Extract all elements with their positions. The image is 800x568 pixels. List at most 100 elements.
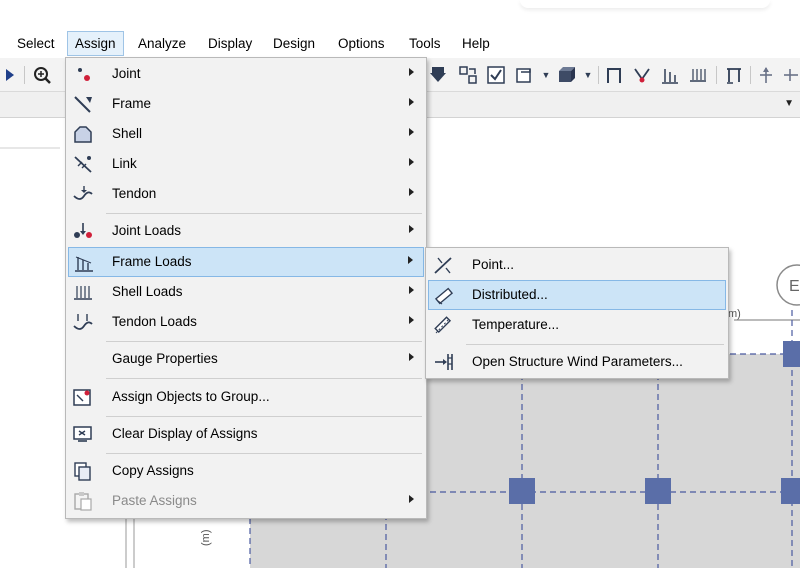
group-icon xyxy=(72,387,94,407)
menu-item-label: Paste Assigns xyxy=(112,493,197,508)
menu-item-label: Assign Objects to Group... xyxy=(112,389,270,404)
joint-icon xyxy=(72,64,94,84)
menu-item-shell-loads[interactable]: Shell Loads xyxy=(68,277,424,307)
menu-bar: Select Assign Analyze Display Design Opt… xyxy=(0,28,800,58)
menu-item-label: Point... xyxy=(472,257,515,272)
vertical-unit-label: (m) xyxy=(200,529,212,547)
submenu-arrow-icon xyxy=(408,256,413,264)
frame-loads-icon[interactable] xyxy=(660,65,680,85)
menu-item-label: Shell Loads xyxy=(112,284,183,299)
view-icon[interactable] xyxy=(514,65,534,85)
chevron-down-icon[interactable]: ▼ xyxy=(578,65,598,85)
shell-icon xyxy=(72,124,94,144)
window-shadow xyxy=(520,0,770,8)
menu-item-copy-assigns[interactable]: Copy Assigns xyxy=(68,456,424,486)
menu-display[interactable]: Display xyxy=(201,31,259,56)
menu-item-label: Gauge Properties xyxy=(112,351,218,366)
checkbox-icon[interactable] xyxy=(486,65,506,85)
play-icon[interactable] xyxy=(0,65,20,85)
node-right-icon[interactable] xyxy=(780,65,800,85)
assign-menu: Joint Frame Shell Link Tendon Joint Load… xyxy=(65,57,427,519)
menu-item-clear-display[interactable]: Clear Display of Assigns xyxy=(68,419,424,449)
toolbar-separator xyxy=(598,66,599,84)
menu-item-label: Tendon Loads xyxy=(112,314,197,329)
node-up-icon[interactable] xyxy=(756,65,776,85)
menu-analyze[interactable]: Analyze xyxy=(131,31,193,56)
joint-node[interactable] xyxy=(783,341,800,367)
chevron-down-icon[interactable]: ▼ xyxy=(536,65,556,85)
point-load-icon xyxy=(432,255,454,275)
link-icon xyxy=(72,154,94,174)
menu-item-wind-parameters[interactable]: Open Structure Wind Parameters... xyxy=(428,347,726,377)
menu-item-link[interactable]: Link xyxy=(68,149,424,179)
frame-icon xyxy=(72,94,94,114)
menu-item-joint-loads[interactable]: Joint Loads xyxy=(68,216,424,246)
frame-draw-icon[interactable] xyxy=(604,65,624,85)
menu-item-paste-assigns: Paste Assigns xyxy=(68,486,424,516)
menu-item-frame[interactable]: Frame xyxy=(68,89,424,119)
wind-parameters-icon xyxy=(432,352,454,372)
zoom-icon[interactable] xyxy=(32,65,52,85)
submenu-arrow-icon xyxy=(409,286,414,294)
joint-node[interactable] xyxy=(509,478,535,504)
temperature-icon xyxy=(432,315,454,335)
joint-node[interactable] xyxy=(645,478,671,504)
tendon-loads-icon xyxy=(72,312,94,332)
menu-item-joint[interactable]: Joint xyxy=(68,59,424,89)
tendon-icon xyxy=(72,184,94,204)
dimension-unit-label: m) xyxy=(728,308,741,320)
toolbar-separator xyxy=(24,66,25,84)
menu-item-label: Distributed... xyxy=(472,287,548,302)
joint-restraint-icon[interactable] xyxy=(632,65,652,85)
menu-separator xyxy=(106,341,422,342)
menu-item-label: Joint xyxy=(112,66,141,81)
menu-item-label: Open Structure Wind Parameters... xyxy=(472,354,683,369)
joint-loads-icon xyxy=(72,221,94,241)
frame-loads-submenu: Point... Distributed... Temperature... O… xyxy=(425,247,729,379)
submenu-arrow-icon xyxy=(409,495,414,503)
menu-item-point-load[interactable]: Point... xyxy=(428,250,726,280)
toolbar-separator xyxy=(750,66,751,84)
shell-loads-icon xyxy=(72,282,94,302)
menu-design[interactable]: Design xyxy=(266,31,322,56)
joint-node[interactable] xyxy=(781,478,800,504)
solid-view-icon[interactable] xyxy=(556,65,576,85)
menu-item-label: Frame Loads xyxy=(112,254,192,269)
menu-help[interactable]: Help xyxy=(455,31,497,56)
menu-separator xyxy=(106,213,422,214)
menu-select[interactable]: Select xyxy=(10,31,62,56)
menu-item-assign-to-group[interactable]: Assign Objects to Group... xyxy=(68,382,424,412)
menu-item-tendon[interactable]: Tendon xyxy=(68,179,424,209)
menu-item-frame-loads[interactable]: Frame Loads xyxy=(68,247,424,277)
submenu-arrow-icon xyxy=(409,353,414,361)
frame-loads-icon xyxy=(73,253,95,273)
support-icon[interactable] xyxy=(724,65,744,85)
menu-item-temperature[interactable]: Temperature... xyxy=(428,310,726,340)
down-arrow-icon[interactable] xyxy=(428,65,448,85)
copy-icon xyxy=(72,461,94,481)
submenu-arrow-icon xyxy=(409,188,414,196)
submenu-arrow-icon xyxy=(409,316,414,324)
menu-item-label: Temperature... xyxy=(472,317,560,332)
title-strip xyxy=(0,0,800,28)
chevron-down-icon[interactable]: ▼ xyxy=(784,98,794,109)
menu-item-tendon-loads[interactable]: Tendon Loads xyxy=(68,307,424,337)
submenu-arrow-icon xyxy=(409,225,414,233)
menu-options[interactable]: Options xyxy=(331,31,392,56)
grid-select-icon[interactable] xyxy=(458,65,478,85)
menu-item-shell[interactable]: Shell xyxy=(68,119,424,149)
menu-tools[interactable]: Tools xyxy=(402,31,448,56)
submenu-arrow-icon xyxy=(409,68,414,76)
grid-bubble-label: E xyxy=(789,278,800,295)
submenu-arrow-icon xyxy=(409,158,414,166)
menu-item-gauge-properties[interactable]: Gauge Properties xyxy=(68,344,424,374)
shell-loads-icon[interactable] xyxy=(688,65,708,85)
menu-item-label: Shell xyxy=(112,126,143,141)
clear-display-icon xyxy=(72,424,94,444)
menu-item-label: Copy Assigns xyxy=(112,463,194,478)
menu-item-distributed-load[interactable]: Distributed... xyxy=(428,280,726,310)
toolbar-separator xyxy=(716,66,717,84)
submenu-arrow-icon xyxy=(409,128,414,136)
menu-assign[interactable]: Assign xyxy=(67,31,124,56)
menu-item-label: Frame xyxy=(112,96,152,111)
